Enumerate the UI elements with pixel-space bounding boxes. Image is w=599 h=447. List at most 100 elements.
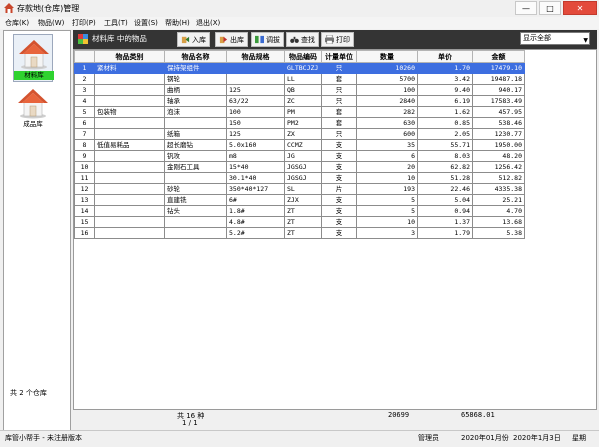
column-header-code[interactable]: 物品编码 bbox=[284, 50, 322, 63]
table-row[interactable]: 3 曲柄 125 QB 只 100 9.40 940.17 bbox=[74, 84, 525, 96]
column-header-price[interactable]: 单价 bbox=[417, 50, 473, 63]
cell-category bbox=[94, 216, 165, 228]
empty-cell bbox=[357, 399, 418, 409]
empty-cell bbox=[418, 389, 473, 399]
minimize-button[interactable]: — bbox=[515, 1, 537, 15]
print-button[interactable]: 打印 bbox=[321, 32, 354, 47]
column-header-category[interactable]: 物品类别 bbox=[94, 50, 165, 63]
status-user: 管理员 bbox=[418, 434, 439, 442]
empty-cell bbox=[285, 369, 322, 379]
cell-code: ZT bbox=[284, 227, 322, 239]
empty-cell bbox=[227, 339, 285, 349]
empty-cell bbox=[418, 249, 473, 259]
find-button[interactable]: 查找 bbox=[286, 32, 319, 47]
table-row[interactable]: 12 砂轮 350*40*127 SL 片 193 22.46 4335.38 bbox=[74, 183, 525, 195]
column-header-unit[interactable]: 计量单位 bbox=[321, 50, 357, 63]
empty-cell bbox=[165, 309, 227, 319]
menu-tools[interactable]: 工具(T) bbox=[104, 18, 128, 28]
table-row[interactable]: 9 钒攻 m8 JG 支 6 8.03 48.20 bbox=[74, 150, 525, 162]
table-row[interactable]: 10 金刚石工具 15*40 JGSGJ 支 20 62.82 1256.42 bbox=[74, 161, 525, 173]
column-header-name[interactable]: 物品名称 bbox=[164, 50, 227, 63]
table-row[interactable]: 5 包装物 泡沫 100 PM 套 282 1.62 457.95 bbox=[74, 106, 525, 118]
cell-code: JG bbox=[284, 150, 322, 162]
cell-qty: 5 bbox=[356, 194, 418, 206]
empty-cell bbox=[165, 269, 227, 279]
empty-cell bbox=[322, 259, 357, 269]
empty-cell bbox=[95, 299, 165, 309]
cell-name: 砂轮 bbox=[164, 183, 227, 195]
menu-print[interactable]: 打印(P) bbox=[72, 18, 96, 28]
empty-cell bbox=[285, 249, 322, 259]
cell-unit: 只 bbox=[321, 95, 357, 107]
cell-amount: 538.46 bbox=[472, 117, 525, 129]
cell-price: 3.42 bbox=[417, 73, 473, 85]
table-row[interactable]: 14 钻头 1.8# ZT 支 5 0.94 4.70 bbox=[74, 205, 525, 217]
cell-price: 1.79 bbox=[417, 227, 473, 239]
empty-cell bbox=[418, 369, 473, 379]
cell-code: ZT bbox=[284, 205, 322, 217]
close-button[interactable]: ✕ bbox=[563, 1, 597, 15]
sidebar-item-materials[interactable]: 材料库 bbox=[13, 34, 54, 82]
menu-goods[interactable]: 物品(W) bbox=[38, 18, 64, 28]
status-bar bbox=[0, 430, 599, 447]
empty-row bbox=[75, 319, 525, 329]
sidebar-item-label: 材料库 bbox=[14, 71, 54, 80]
empty-cell bbox=[322, 279, 357, 289]
table-row[interactable]: 6 150 PM2 套 630 0.85 538.46 bbox=[74, 117, 525, 129]
cell-price: 22.46 bbox=[417, 183, 473, 195]
cell-price: 1.37 bbox=[417, 216, 473, 228]
menu-settings[interactable]: 设置(S) bbox=[134, 18, 158, 28]
table-row[interactable]: 15 4.8# ZT 支 10 1.37 13.68 bbox=[74, 216, 525, 228]
transfer-button[interactable]: 调拔 bbox=[251, 32, 284, 47]
cell-index: 12 bbox=[74, 183, 95, 195]
column-header-qty[interactable]: 数量 bbox=[356, 50, 418, 63]
cell-code: CCMZ bbox=[284, 139, 322, 151]
empty-cell bbox=[227, 279, 285, 289]
cell-price: 1.62 bbox=[417, 106, 473, 118]
warehouse-panel: 材料库 成品库 bbox=[3, 30, 71, 432]
table-row[interactable]: 7 纸箱 125 ZX 只 600 2.05 1230.77 bbox=[74, 128, 525, 140]
empty-cell bbox=[322, 329, 357, 339]
cell-spec: 6# bbox=[226, 194, 285, 206]
menu-warehouse[interactable]: 仓库(K) bbox=[5, 18, 29, 28]
maximize-button[interactable]: □ bbox=[539, 1, 561, 15]
cell-unit: 套 bbox=[321, 117, 357, 129]
empty-cell bbox=[357, 259, 418, 269]
empty-cell bbox=[473, 319, 525, 329]
cell-index: 11 bbox=[74, 172, 95, 184]
empty-cell bbox=[322, 269, 357, 279]
stock-in-button[interactable]: 入库 bbox=[177, 32, 210, 47]
chevron-down-icon: ▼ bbox=[583, 37, 588, 44]
cell-qty: 10 bbox=[356, 216, 418, 228]
menu-help[interactable]: 帮助(H) bbox=[165, 18, 190, 28]
table-row[interactable]: 13 直建铣 6# ZJX 支 5 5.04 25.21 bbox=[74, 194, 525, 206]
empty-cell bbox=[95, 379, 165, 389]
empty-cell bbox=[227, 299, 285, 309]
cell-price: 0.94 bbox=[417, 205, 473, 217]
filter-dropdown[interactable]: 显示全部 ▼ bbox=[520, 32, 590, 45]
cell-spec: 30.1*40 bbox=[226, 172, 285, 184]
table-row[interactable]: 2 钢轮 LL 套 5700 3.42 19487.18 bbox=[74, 73, 525, 85]
empty-cell bbox=[418, 339, 473, 349]
empty-cell bbox=[165, 299, 227, 309]
table-row[interactable]: 16 5.2# ZT 支 3 1.79 5.38 bbox=[74, 227, 525, 239]
table-row[interactable]: 1 紧材料 保持架组件 GLTBCJZJ 只 10260 1.70 17479.10 bbox=[74, 62, 525, 74]
empty-cell bbox=[473, 339, 525, 349]
sidebar-item-finished[interactable]: 成品库 bbox=[13, 84, 53, 132]
cell-unit: 片 bbox=[321, 183, 357, 195]
menu-exit[interactable]: 退出(X) bbox=[196, 18, 220, 28]
column-header-spec[interactable]: 物品规格 bbox=[226, 50, 285, 63]
empty-cell bbox=[322, 249, 357, 259]
table-row[interactable]: 11 30.1*40 JGSGJ 支 10 51.28 512.82 bbox=[74, 172, 525, 184]
cell-code: ZJX bbox=[284, 194, 322, 206]
column-header-amount[interactable]: 金额 bbox=[472, 50, 525, 63]
empty-cell bbox=[473, 349, 525, 359]
cell-amount: 19487.18 bbox=[472, 73, 525, 85]
table-row[interactable]: 4 轴承 63/22 ZC 只 2840 6.19 17583.49 bbox=[74, 95, 525, 107]
stock-out-button[interactable]: 出库 bbox=[215, 32, 248, 47]
stock-in-label: 入库 bbox=[192, 35, 206, 44]
cell-qty: 2840 bbox=[356, 95, 418, 107]
table-row[interactable]: 8 低值易耗品 超长磨钻 5.0x160 CCMZ 支 35 55.71 1950.00 bbox=[74, 139, 525, 151]
cell-name: 钒攻 bbox=[164, 150, 227, 162]
column-header-index[interactable] bbox=[74, 50, 95, 63]
